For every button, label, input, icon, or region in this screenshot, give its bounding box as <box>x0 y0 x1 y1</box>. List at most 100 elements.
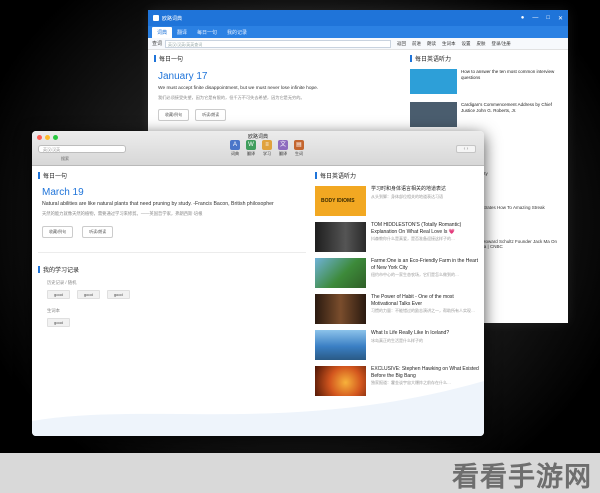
wordbook-word-tag[interactable]: good <box>47 318 70 328</box>
heading-accent <box>154 55 156 62</box>
back-button[interactable]: 返回 <box>397 41 406 47</box>
listen-button[interactable]: 听读/朗读 <box>82 226 114 239</box>
list-item[interactable]: The Power of Habit - One of the most Mot… <box>315 294 480 330</box>
back-favorite-button[interactable]: 收藏/例句 <box>158 108 190 121</box>
search-label: 查词 <box>152 41 163 47</box>
toolbar-buttons: 返回 前进 朗读 生词本 设置 皮肤 登录/注册 <box>397 41 517 47</box>
front-daily-date: March 19 <box>42 187 84 198</box>
toolbar-label: 翻译 <box>279 151 287 156</box>
front-window-toolbar: 欧路词典 英汉/汉英 搜索 A 词典 W 翻译 ≡ 学习 文 翻译 ▤ 生词 ‹… <box>32 131 484 166</box>
front-daily-section: 每日一句 March 19 Natural abilities are like… <box>38 171 310 328</box>
user-icon[interactable]: ● <box>521 15 525 21</box>
front-daily-heading: 每日一句 <box>38 171 310 180</box>
back-window-tabs: 词典 翻译 每日一句 我的记录 <box>148 26 568 38</box>
list-item[interactable]: Cardigan's Commencement Address by Chief… <box>410 102 560 127</box>
back-daily-heading: 每日一句 <box>154 54 399 63</box>
list-item[interactable]: BODY IDIOMS 学习时和身体语言相关的地道表达 从头到脚：身体部位相关的… <box>315 186 480 222</box>
front-app-window: 欧路词典 英汉/汉英 搜索 A 词典 W 翻译 ≡ 学习 文 翻译 ▤ 生词 ‹… <box>32 131 484 436</box>
heading-accent <box>410 55 412 62</box>
word-icon: W <box>246 140 256 150</box>
history-word-tag[interactable]: good <box>106 290 130 300</box>
thumbnail-caption: BODY IDIOMS <box>321 198 355 204</box>
list-item-title: 学习时和身体语言相关的地道表达 <box>371 186 447 192</box>
translate-icon: 文 <box>278 140 288 150</box>
translate-button[interactable]: W 翻译 <box>244 140 258 157</box>
translate-text-button[interactable]: 文 翻译 <box>276 140 290 157</box>
toolbar-label: 词典 <box>231 151 239 156</box>
back-listening-heading: 每日英语听力 <box>410 54 560 63</box>
list-item[interactable]: How to answer the ten most common interv… <box>410 69 560 94</box>
search-label: 搜索 <box>61 156 69 161</box>
tab-daily[interactable]: 每日一句 <box>192 27 222 38</box>
wordbook-icon: ▤ <box>294 140 304 150</box>
close-icon[interactable]: ✕ <box>558 15 563 22</box>
search-input[interactable]: 英汉/汉英 <box>38 145 126 153</box>
list-item[interactable]: Farme:One is an Eco-Friendly Farm in the… <box>315 258 480 294</box>
front-daily-heading-text: 每日一句 <box>43 174 68 180</box>
back-daily-sentence-cn: 我们必须接受失望，因为它是有限的，但千万不可失去希望，因为它是无穷的。 <box>158 94 305 100</box>
settings-button[interactable]: 设置 <box>462 41 471 47</box>
login-button[interactable]: 登录/注册 <box>492 41 511 47</box>
list-item-title: TOM HIDDLESTON'S (Totally Romantic) Expl… <box>371 222 462 235</box>
list-item-title: The Power of Habit - One of the most Mot… <box>371 294 454 307</box>
list-item-title: What Is Life Really Like In Iceland? <box>371 330 450 336</box>
app-logo-icon <box>153 15 159 21</box>
video-thumbnail <box>410 69 457 94</box>
list-item-title: Cardigan's Commencement Address by Chief… <box>461 102 552 114</box>
list-item-title: How to answer the ten most common interv… <box>461 69 555 81</box>
wordbook-tags: good <box>47 318 310 328</box>
nav-arrows-button[interactable]: ‹ › <box>456 145 476 153</box>
back-window-toolbar: 查词 英汉/汉英/英英查词 返回 前进 朗读 生词本 设置 皮肤 登录/注册 <box>148 38 568 50</box>
history-word-tag[interactable]: good <box>76 290 100 300</box>
video-thumbnail <box>315 222 366 252</box>
tab-dictionary[interactable]: 词典 <box>152 27 173 38</box>
video-thumbnail <box>410 102 457 127</box>
favorite-button[interactable]: 收藏/例句 <box>42 226 74 239</box>
video-thumbnail <box>315 258 366 288</box>
decorative-wave <box>32 381 484 436</box>
back-window-titlebar: 欧路词典 ● — □ ✕ <box>148 10 568 26</box>
front-window-title: 欧路词典 <box>247 134 268 140</box>
search-input[interactable]: 英汉/汉英/英英查词 <box>165 39 392 48</box>
tab-records[interactable]: 我的记录 <box>222 27 252 38</box>
forward-button[interactable]: 前进 <box>412 41 421 47</box>
history-word-tag[interactable]: good <box>47 290 70 300</box>
records-heading: 我的学习记录 <box>38 265 310 274</box>
back-daily-buttons: 收藏/例句 听读/朗读 <box>158 108 399 121</box>
wordbook-button[interactable]: ▤ 生词 <box>292 140 306 157</box>
list-item-subtitle: 习惯的力量：不能错过的励志演讲之一，帮助所有人实现… <box>371 308 475 313</box>
back-window-title: 欧路词典 <box>162 15 183 22</box>
back-daily-date: January 17 <box>158 71 208 82</box>
back-listening-heading-text: 每日英语听力 <box>415 57 452 63</box>
video-thumbnail: BODY IDIOMS <box>315 186 366 216</box>
list-item-subtitle: 从头到脚：身体部位相关的地道表达习语 <box>371 193 443 199</box>
heading-accent <box>38 266 40 274</box>
records-heading-text: 我的学习记录 <box>43 268 80 275</box>
dictionary-icon: A <box>230 140 240 150</box>
video-thumbnail <box>315 294 366 324</box>
minimize-icon[interactable]: — <box>532 15 538 21</box>
front-daily-buttons: 收藏/例句 听读/朗读 <box>42 226 310 239</box>
section-divider <box>38 252 306 254</box>
study-button[interactable]: ≡ 学习 <box>260 140 274 157</box>
toolbar-label: 生词 <box>295 151 303 156</box>
back-daily-section: 每日一句 January 17 We must accept finite di… <box>154 54 399 121</box>
heading-accent <box>38 172 40 179</box>
front-listening-heading-text: 每日英语听力 <box>320 174 357 180</box>
toolbar-buttons: A 词典 W 翻译 ≡ 学习 文 翻译 ▤ 生词 <box>228 140 308 157</box>
front-daily-sentence-cn: 天然的能力就像天然的植物，需要通过学习来修剪。——英国哲学家，弗朗西斯·培根 <box>42 211 203 217</box>
heading-accent <box>315 172 317 179</box>
list-item-subtitle: 抖森教你什么是真爱，是否准备迎接这样子的… <box>371 236 455 241</box>
back-daily-heading-text: 每日一句 <box>159 57 184 63</box>
skin-button[interactable]: 皮肤 <box>477 41 486 47</box>
front-daily-sentence-en: Natural abilities are like natural plant… <box>42 201 274 207</box>
list-item[interactable]: TOM HIDDLESTON'S (Totally Romantic) Expl… <box>315 222 480 258</box>
back-daily-sentence-en: We must accept finite disappointment, bu… <box>158 86 319 91</box>
back-listen-button[interactable]: 听读/朗读 <box>195 108 227 121</box>
dictionary-button[interactable]: A 词典 <box>228 140 242 157</box>
tab-translate[interactable]: 翻译 <box>172 27 192 38</box>
maximize-icon[interactable]: □ <box>546 15 550 21</box>
toolbar-label: 翻译 <box>247 151 255 156</box>
speak-button[interactable]: 朗读 <box>427 41 436 47</box>
wordbook-button[interactable]: 生词本 <box>442 41 456 47</box>
